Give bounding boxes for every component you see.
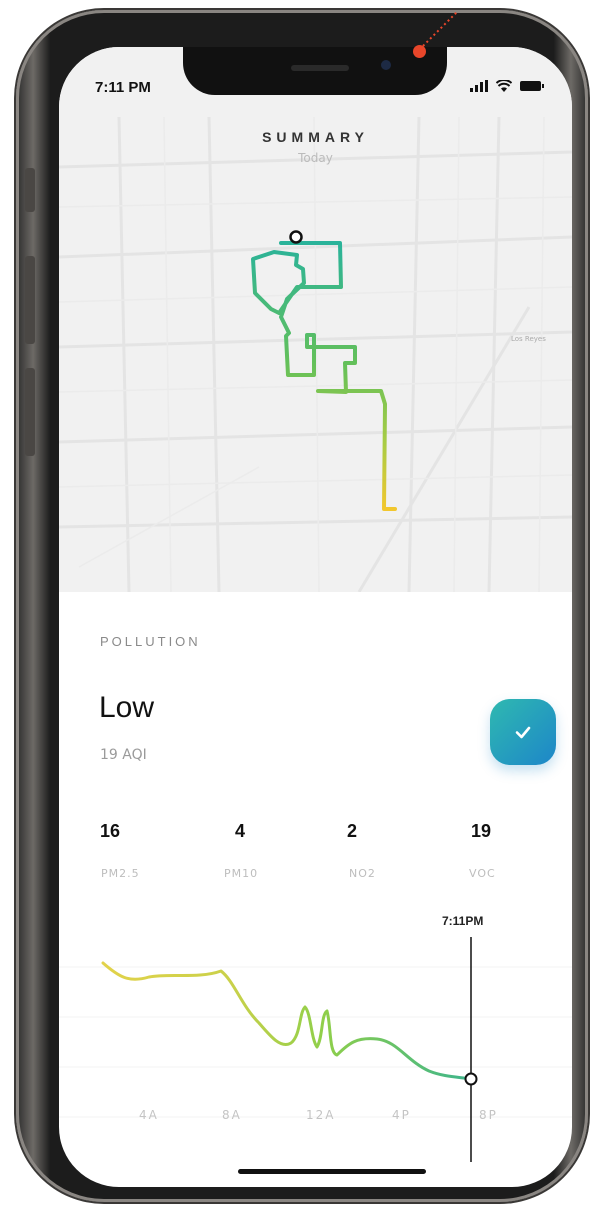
pollution-timeline[interactable] [59, 927, 572, 1187]
phone-frame: Los Reyes SUMMARY Today 7:11 PM POLLUTIO… [16, 10, 588, 1202]
volume-down-button [25, 368, 35, 456]
notch [183, 47, 447, 95]
pollution-level: Low [99, 691, 155, 724]
front-camera [381, 60, 391, 70]
home-indicator[interactable] [238, 1169, 426, 1174]
status-time: 7:11 PM [95, 79, 151, 96]
volume-up-button [25, 256, 35, 344]
status-icons [470, 80, 544, 92]
metric-value-pm10: 4 [235, 821, 246, 841]
page-title: SUMMARY [262, 129, 369, 145]
axis-label-4p: 4P [392, 1108, 411, 1122]
section-label: POLLUTION [100, 634, 201, 649]
axis-label-8a: 8A [222, 1108, 242, 1122]
metric-label-pm25: PM2.5 [101, 867, 140, 880]
timeline-cursor-dot[interactable] [464, 1072, 478, 1086]
check-icon [515, 726, 531, 739]
screen: Los Reyes SUMMARY Today 7:11 PM POLLUTIO… [59, 47, 572, 1187]
mute-switch [25, 168, 35, 212]
timeline-line [101, 961, 473, 1081]
battery-icon [520, 81, 544, 91]
status-check-button[interactable] [490, 699, 556, 765]
aqi-value: 19 AQI [100, 747, 147, 763]
axis-label-4a: 4A [139, 1108, 159, 1122]
map-place-label: Los Reyes [511, 335, 546, 343]
timeline-marker-label: 7:11PM [442, 914, 484, 928]
metric-label-no2: NO2 [349, 867, 376, 880]
speaker-grille [291, 65, 349, 71]
axis-label-8p: 8P [479, 1108, 498, 1122]
callout-line-icon [422, 11, 458, 47]
metric-label-pm10: PM10 [224, 867, 259, 880]
metric-label-voc: VOC [469, 867, 496, 880]
wifi-icon [496, 80, 512, 92]
metric-value-pm25: 16 [100, 821, 121, 841]
page-subtitle: Today [298, 151, 333, 165]
axis-label-12a: 12A [306, 1108, 336, 1122]
cellular-signal-icon [470, 80, 488, 92]
metric-value-voc: 19 [471, 821, 492, 841]
metric-value-no2: 2 [347, 821, 358, 841]
route-start-marker [289, 230, 303, 244]
